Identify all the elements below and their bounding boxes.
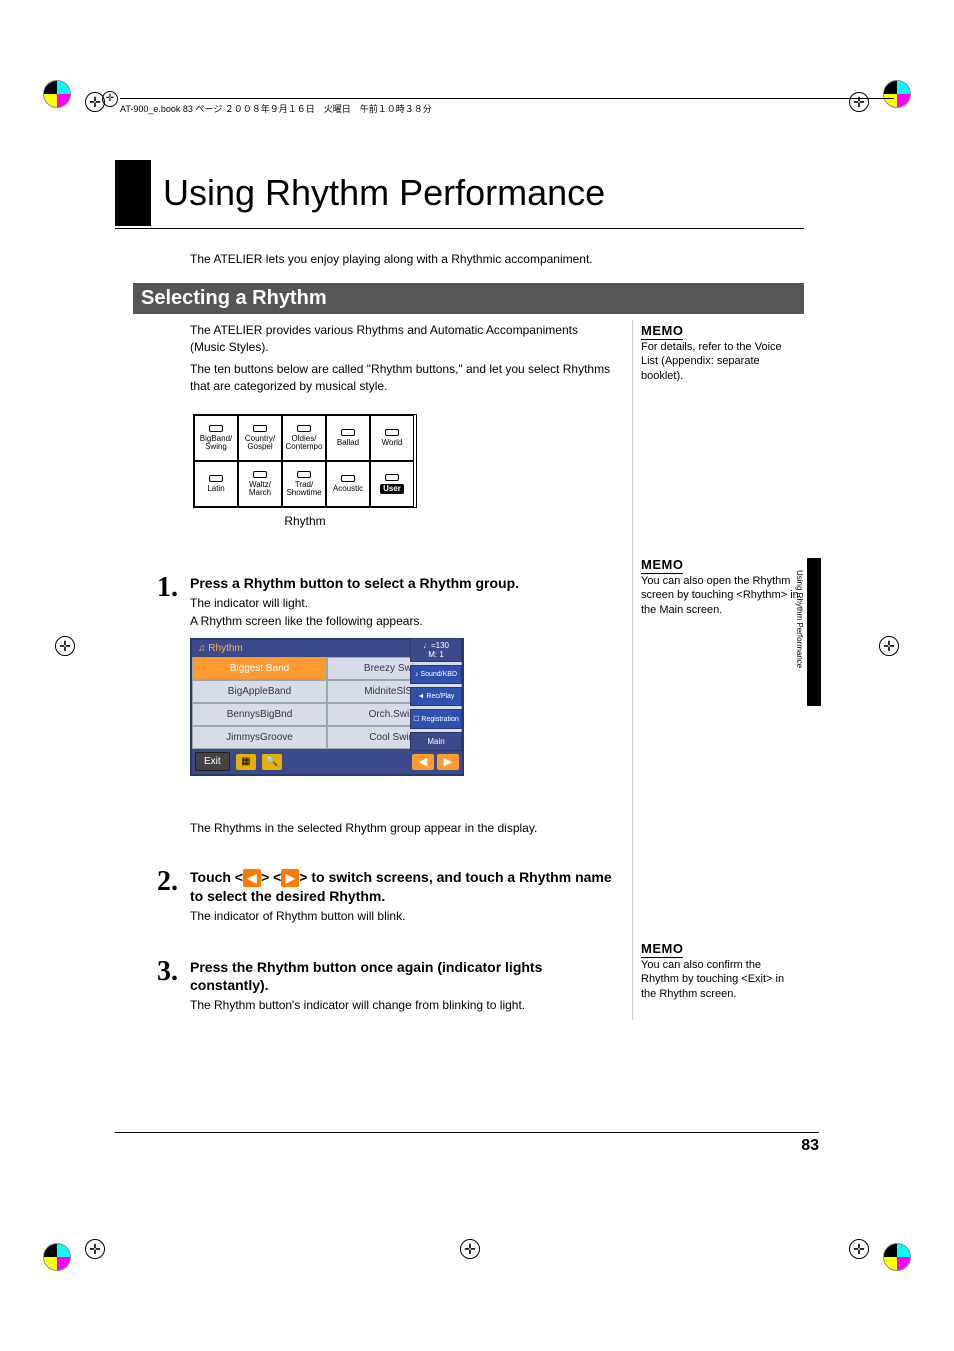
chapter-block-icon [115, 160, 151, 226]
lcd-cell: JimmysGroove [192, 726, 327, 749]
lcd-next-icon: ▶ [437, 754, 459, 770]
step-2-p1: The indicator of Rhythm button will blin… [190, 909, 617, 923]
step-1-number: 1. [132, 574, 190, 632]
lcd-cell-selected: Biggest Band [192, 657, 327, 680]
step-1-p1: The indicator will light. [190, 596, 617, 610]
rhythm-button-diagram: BigBand/ Swing Country/ Gospel Oldies/ C… [193, 414, 417, 528]
rhythm-btn-oldies: Oldies/ Contempo [282, 415, 326, 461]
reg-cross-bc [460, 1239, 480, 1259]
memo-2: MEMO You can also open the Rhythm screen… [641, 556, 801, 618]
step-2-number: 2. [132, 868, 190, 927]
rhythm-btn-acoustic: Acoustic [326, 461, 370, 507]
lcd-recplay-button: ◄ Rec/Play [410, 687, 462, 706]
rhythm-diagram-label: Rhythm [193, 514, 417, 528]
reg-cross-br [849, 1239, 869, 1259]
lcd-search-icon: 🔍 [262, 754, 282, 770]
memo-label: MEMO [641, 940, 801, 958]
section-heading: Selecting a Rhythm [133, 283, 804, 314]
rhythm-btn-waltz: Waltz/ March [238, 461, 282, 507]
lcd-measure: M: 1 [428, 650, 444, 659]
page-number: 83 [801, 1137, 819, 1155]
reg-cross-mr [879, 636, 899, 656]
lcd-registration-button: ☐ Registration [410, 709, 462, 729]
rhythm-btn-trad: Trad/ Showtime [282, 461, 326, 507]
step-1: 1. Press a Rhythm button to select a Rhy… [132, 574, 617, 632]
chapter-title: Using Rhythm Performance [163, 172, 605, 214]
rhythm-btn-country: Country/ Gospel [238, 415, 282, 461]
step-3: 3. Press the Rhythm button once again (i… [132, 958, 617, 1016]
rhythm-btn-latin: Latin [194, 461, 238, 507]
rhythm-btn-ballad: Ballad [326, 415, 370, 461]
lcd-cell: BigAppleBand [192, 680, 327, 703]
chapter-heading: Using Rhythm Performance [115, 160, 605, 226]
step-2: 2. Touch <◀> <▶> to switch screens, and … [132, 868, 617, 927]
intro-text: The ATELIER lets you enjoy playing along… [190, 252, 593, 266]
rhythm-btn-world: World [370, 415, 414, 461]
lcd-cell: BennysBigBnd [192, 703, 327, 726]
reg-cross-bl [85, 1239, 105, 1259]
rhythm-btn-user: User [370, 461, 414, 507]
step-3-p1: The Rhythm button's indicator will chang… [190, 998, 617, 1012]
body-paragraphs: The ATELIER provides various Rhythms and… [190, 322, 615, 400]
right-arrow-icon: ▶ [281, 869, 299, 887]
thumb-tab [807, 558, 821, 706]
reg-color-br [883, 1243, 911, 1271]
reg-color-tl [43, 80, 71, 108]
memo-3: MEMO You can also confirm the Rhythm by … [641, 940, 801, 1002]
memo-label: MEMO [641, 322, 801, 340]
step-1-after: The Rhythms in the selected Rhythm group… [190, 821, 620, 835]
lcd-exit-button: Exit [195, 752, 230, 771]
prepress-filename: AT-900_e.book 83 ページ ２００８年９月１６日 火曜日 午前１０… [120, 104, 432, 114]
column-divider [632, 320, 633, 1020]
reg-color-bl [43, 1243, 71, 1271]
step-1-head: Press a Rhythm button to select a Rhythm… [190, 574, 617, 592]
rhythm-btn-bigband: BigBand/ Swing [194, 415, 238, 461]
lcd-soundkbd-button: ♪ Sound/KBD [410, 665, 462, 684]
memo-label: MEMO [641, 556, 801, 574]
lcd-prev-icon: ◀ [412, 754, 434, 770]
lcd-title: Rhythm [208, 643, 242, 654]
memo-3-text: You can also confirm the Rhythm by touch… [641, 958, 801, 1003]
prepress-header: ✛ AT-900_e.book 83 ページ ２００８年９月１６日 火曜日 午前… [120, 98, 894, 115]
step-3-head: Press the Rhythm button once again (indi… [190, 958, 617, 994]
memo-1: MEMO For details, refer to the Voice Lis… [641, 322, 801, 384]
footer-line [115, 1132, 819, 1133]
lcd-main-button: Main [410, 732, 462, 751]
step-3-number: 3. [132, 958, 190, 1016]
step-1-p2: A Rhythm screen like the following appea… [190, 614, 617, 628]
thumb-tab-label: Using Rhythm Performance [795, 570, 804, 668]
lcd-util-icon: ▦ [236, 754, 256, 770]
lcd-tempo: ♩=130 [423, 641, 449, 650]
memo-1-text: For details, refer to the Voice List (Ap… [641, 340, 801, 385]
body-p2: The ten buttons below are called "Rhythm… [190, 361, 615, 396]
step-2-head: Touch <◀> <▶> to switch screens, and tou… [190, 868, 617, 905]
left-arrow-icon: ◀ [243, 869, 261, 887]
divider-line [115, 228, 804, 229]
body-p1: The ATELIER provides various Rhythms and… [190, 322, 615, 357]
lcd-side-panel: ♩=130M: 1 ♪ Sound/KBD ◄ Rec/Play ☐ Regis… [410, 638, 462, 751]
memo-2-text: You can also open the Rhythm screen by t… [641, 574, 801, 619]
reg-cross-ml [55, 636, 75, 656]
